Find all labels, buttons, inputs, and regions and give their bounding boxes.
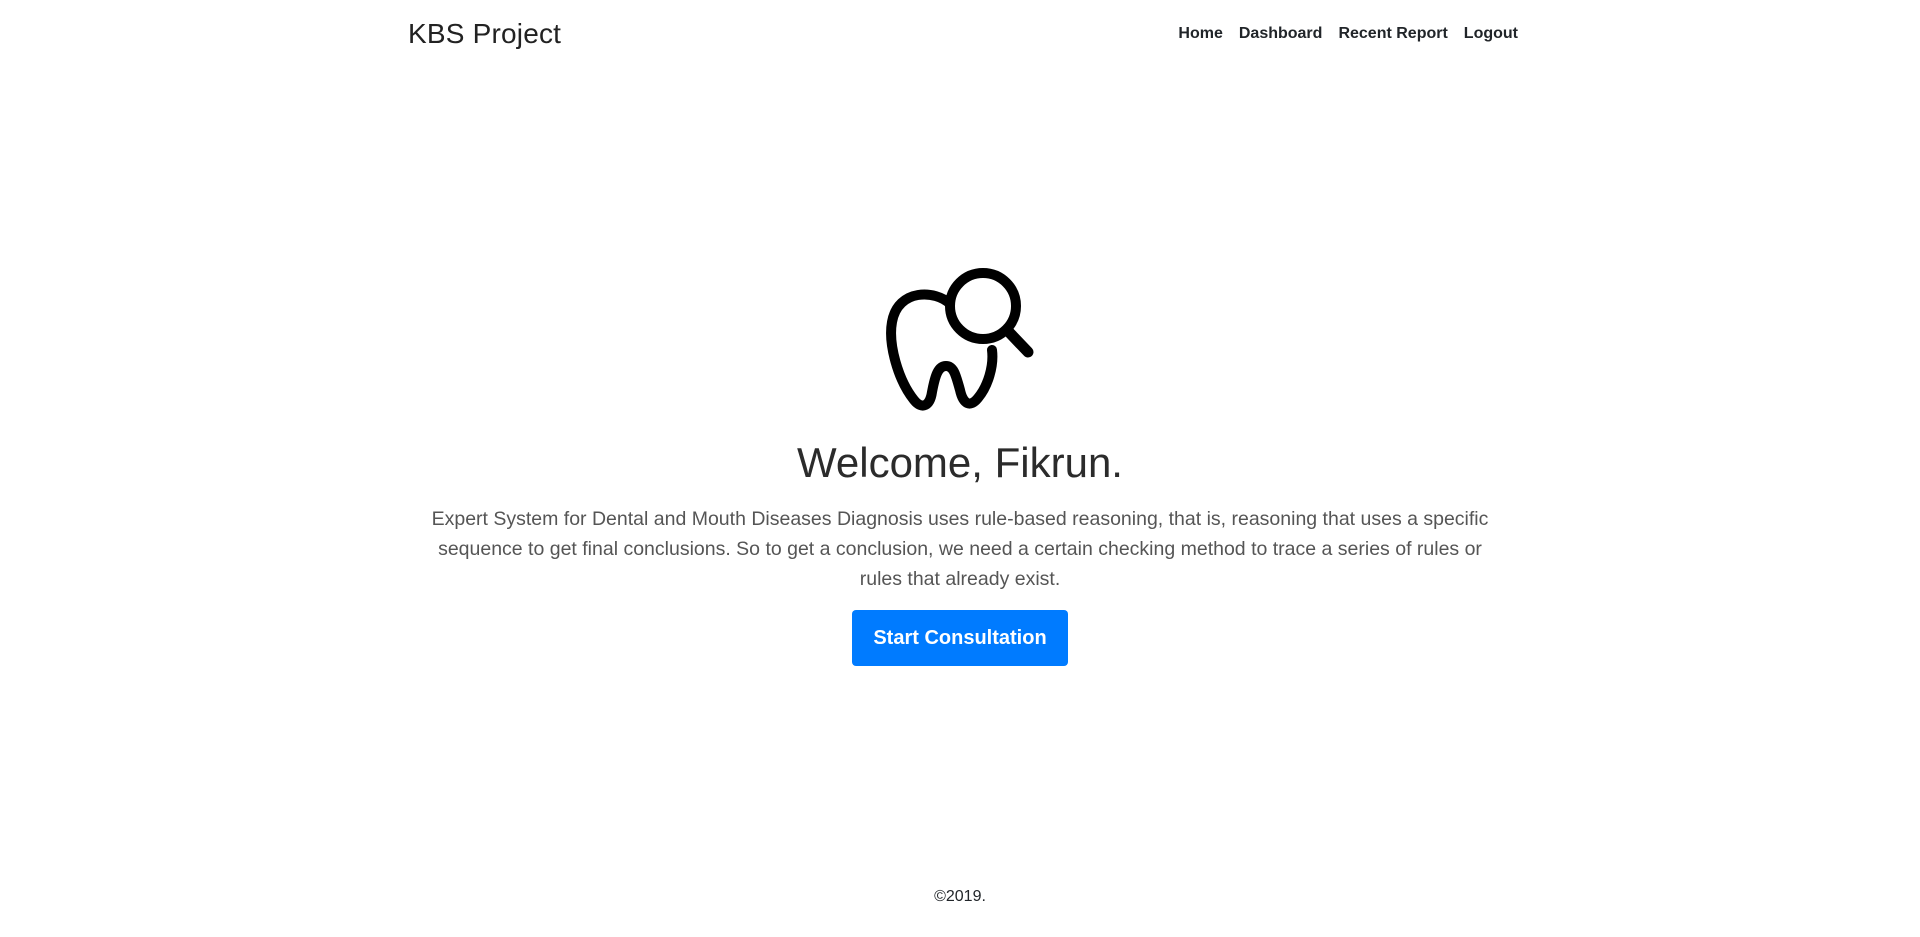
start-consultation-button[interactable]: Start Consultation: [852, 610, 1068, 667]
nav-home-link[interactable]: Home: [1178, 25, 1222, 43]
hero-section: Welcome, Fikrun. Expert System for Denta…: [0, 262, 1920, 667]
nav-dashboard-link[interactable]: Dashboard: [1239, 25, 1323, 43]
page: KBS Project Home Dashboard Recent Report…: [0, 0, 1920, 937]
welcome-heading: Welcome, Fikrun.: [797, 439, 1123, 486]
nav-recent-report-link[interactable]: Recent Report: [1338, 25, 1447, 43]
brand-link[interactable]: KBS Project: [408, 18, 561, 50]
footer-copyright: ©2019.: [934, 888, 986, 905]
navbar: KBS Project Home Dashboard Recent Report…: [408, 0, 1518, 68]
nav-links: Home Dashboard Recent Report Logout: [1178, 25, 1518, 43]
system-description: Expert System for Dental and Mouth Disea…: [431, 508, 1489, 591]
tooth-search-icon: [886, 268, 1034, 411]
nav-logout-link[interactable]: Logout: [1464, 25, 1518, 43]
